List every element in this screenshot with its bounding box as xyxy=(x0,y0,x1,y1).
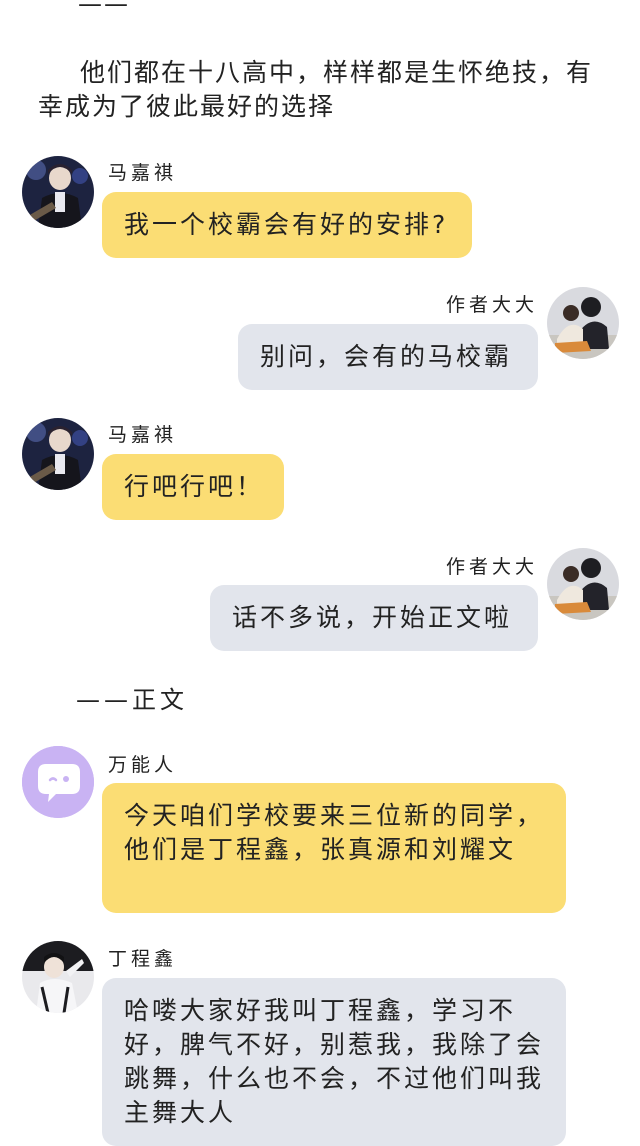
top-dash: —— xyxy=(78,0,130,18)
sender-name: 丁程鑫 xyxy=(108,948,178,970)
message-bubble: 哈喽大家好我叫丁程鑫，学习不好，脾气不好，别惹我，我除了会跳舞，什么也不会，不过… xyxy=(102,978,566,1146)
sender-name: 万能人 xyxy=(108,754,178,776)
message-bubble: 别问，会有的马校霸 xyxy=(238,324,538,390)
message-bubble: 话不多说，开始正文啦 xyxy=(210,585,538,651)
intro-paragraph: 他们都在十八高中，样样都是生怀绝技，有幸成为了彼此最好的选择 xyxy=(38,56,618,124)
avatar-ma-jiaqi[interactable] xyxy=(22,418,94,490)
sender-name: 马嘉祺 xyxy=(108,162,178,184)
avatar-author[interactable] xyxy=(547,287,619,359)
intro-text: 他们都在十八高中，样样都是生怀绝技，有幸成为了彼此最好的选择 xyxy=(38,58,594,121)
avatar-ding-chengxin[interactable] xyxy=(22,941,94,1013)
message-bubble: 我一个校霸会有好的安排? xyxy=(102,192,472,258)
sender-name: 作者大大 xyxy=(446,556,539,578)
message-bubble: 行吧行吧！ xyxy=(102,454,284,520)
chat-bubble-icon xyxy=(22,746,94,818)
sender-name: 马嘉祺 xyxy=(108,424,178,446)
avatar-ma-jiaqi[interactable] xyxy=(22,156,94,228)
message-bubble: 今天咱们学校要来三位新的同学，他们是丁程鑫，张真源和刘耀文 xyxy=(102,783,566,913)
section-title: ——正文 xyxy=(76,686,188,714)
sender-name: 作者大大 xyxy=(446,294,539,316)
avatar-system[interactable] xyxy=(22,746,94,818)
avatar-author[interactable] xyxy=(547,548,619,620)
